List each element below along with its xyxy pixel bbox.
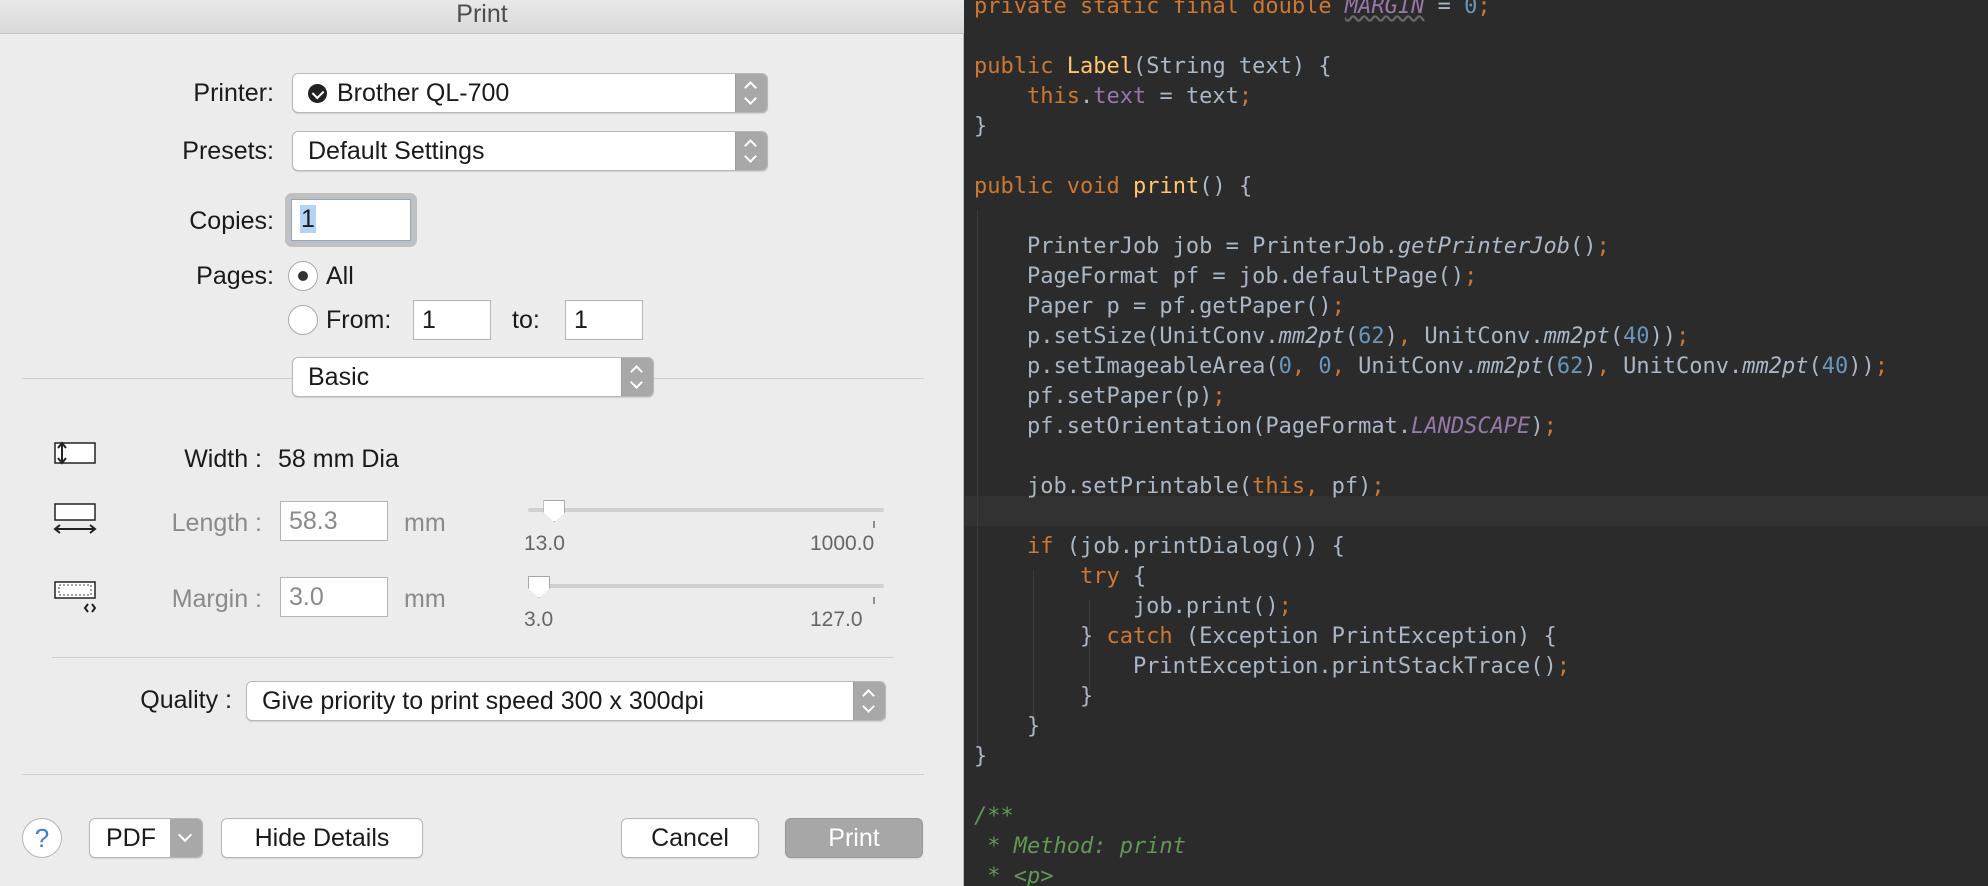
code-line: this.text = text; bbox=[1026, 84, 1253, 109]
copies-label: Copies: bbox=[189, 207, 274, 235]
quality-select[interactable]: Give priority to print speed 300 x 300dp… bbox=[246, 681, 886, 721]
margin-unit: mm bbox=[404, 585, 446, 613]
margin-slider-track[interactable] bbox=[528, 584, 884, 588]
printer-label: Printer: bbox=[193, 79, 274, 107]
printer-value: Brother QL-700 bbox=[337, 79, 510, 107]
pages-to-input[interactable]: 1 bbox=[565, 300, 643, 340]
pages-all-radio[interactable] bbox=[288, 261, 318, 291]
chevron-updown-icon bbox=[735, 74, 767, 112]
margin-slider-thumb[interactable] bbox=[528, 576, 550, 598]
code-line: public Label(String text) { bbox=[974, 54, 1332, 79]
printer-select[interactable]: Brother QL-700 bbox=[292, 73, 768, 113]
chevron-updown-icon bbox=[735, 132, 767, 170]
code-line: /** bbox=[974, 804, 1014, 829]
code-line: private static final double MARGIN = 0; bbox=[974, 0, 1491, 19]
width-label: Width : bbox=[184, 445, 262, 473]
margin-input[interactable]: 3.0 bbox=[280, 577, 388, 617]
code-line: p.setImageableArea(0, 0, UnitConv.mm2pt(… bbox=[974, 354, 1889, 379]
slider-tick bbox=[873, 521, 875, 528]
pages-from-label: From: bbox=[326, 306, 392, 334]
cancel-button[interactable]: Cancel bbox=[621, 818, 759, 858]
section-value: Basic bbox=[308, 363, 370, 391]
slider-tick bbox=[873, 597, 875, 604]
width-value: 58 mm Dia bbox=[278, 445, 399, 473]
code-line: * <p> bbox=[974, 864, 1054, 886]
pages-label: Pages: bbox=[196, 262, 274, 290]
presets-label: Presets: bbox=[182, 137, 274, 165]
pages-from-input[interactable]: 1 bbox=[413, 300, 491, 340]
pdf-menu-button[interactable]: PDF bbox=[89, 818, 203, 858]
code-line: p.setSize(UnitConv.mm2pt(62), UnitConv.m… bbox=[974, 324, 1690, 349]
code-line: job.setPrintable(this, pf); bbox=[974, 474, 1385, 499]
margin-max-label: 127.0 bbox=[810, 608, 863, 631]
dialog-title: Print bbox=[0, 0, 964, 34]
code-line: } catch (Exception PrintException) { bbox=[974, 624, 1557, 649]
length-max-label: 1000.0 bbox=[810, 532, 875, 555]
code-line: Paper p = pf.getPaper(); bbox=[974, 294, 1345, 319]
printer-status-icon bbox=[308, 84, 327, 103]
width-icon bbox=[54, 441, 96, 465]
margin-min-label: 3.0 bbox=[524, 608, 554, 631]
length-slider-thumb[interactable] bbox=[543, 500, 566, 522]
length-slider-track[interactable] bbox=[528, 508, 884, 512]
length-icon bbox=[53, 503, 97, 534]
margin-label: Margin : bbox=[171, 585, 262, 613]
copies-input[interactable]: 1 bbox=[291, 199, 411, 241]
pdf-label: PDF bbox=[106, 824, 156, 852]
section-select[interactable]: Basic bbox=[292, 357, 654, 397]
divider bbox=[52, 657, 894, 658]
code-line: * Method: print bbox=[974, 834, 1186, 859]
code-line: } bbox=[974, 114, 988, 139]
hide-details-button[interactable]: Hide Details bbox=[221, 818, 423, 858]
pages-to-label: to: bbox=[512, 306, 540, 334]
pages-all-label: All bbox=[326, 262, 354, 290]
code-editor[interactable]: private static final double MARGIN = 0; p… bbox=[965, 0, 1988, 886]
presets-value: Default Settings bbox=[308, 137, 485, 165]
divider bbox=[22, 774, 924, 775]
length-label: Length : bbox=[171, 509, 262, 537]
code-line: pf.setOrientation(PageFormat.LANDSCAPE); bbox=[974, 414, 1557, 439]
margin-icon bbox=[54, 581, 97, 613]
code-line: } bbox=[974, 684, 1094, 709]
code-line: } bbox=[974, 714, 1041, 739]
code-line: try { bbox=[1079, 564, 1147, 589]
chevron-updown-icon bbox=[621, 358, 653, 396]
length-unit: mm bbox=[404, 509, 446, 537]
presets-select[interactable]: Default Settings bbox=[292, 131, 768, 171]
code-line: job.print(); bbox=[974, 594, 1292, 619]
chevron-down-icon bbox=[170, 819, 202, 857]
print-button[interactable]: Print bbox=[785, 818, 923, 858]
quality-value: Give priority to print speed 300 x 300dp… bbox=[262, 687, 704, 715]
code-line: PageFormat pf = job.defaultPage(); bbox=[974, 264, 1478, 289]
code-line: public void print() { bbox=[974, 174, 1253, 199]
code-line: if (job.printDialog()) { bbox=[1026, 534, 1345, 559]
code-line: pf.setPaper(p); bbox=[974, 384, 1226, 409]
copies-value: 1 bbox=[300, 205, 316, 233]
quality-label: Quality : bbox=[140, 686, 232, 714]
code-line: PrinterJob job = PrinterJob.getPrinterJo… bbox=[974, 234, 1610, 259]
pages-from-radio[interactable] bbox=[288, 305, 318, 335]
code-line: PrintException.printStackTrace(); bbox=[974, 654, 1571, 679]
length-input[interactable]: 58.3 bbox=[280, 501, 388, 541]
print-dialog: Print Printer: Brother QL-700 Presets: D… bbox=[0, 0, 964, 886]
code-line: } bbox=[974, 744, 988, 769]
chevron-updown-icon bbox=[853, 682, 885, 720]
help-button[interactable]: ? bbox=[22, 818, 62, 858]
length-min-label: 13.0 bbox=[524, 532, 565, 555]
